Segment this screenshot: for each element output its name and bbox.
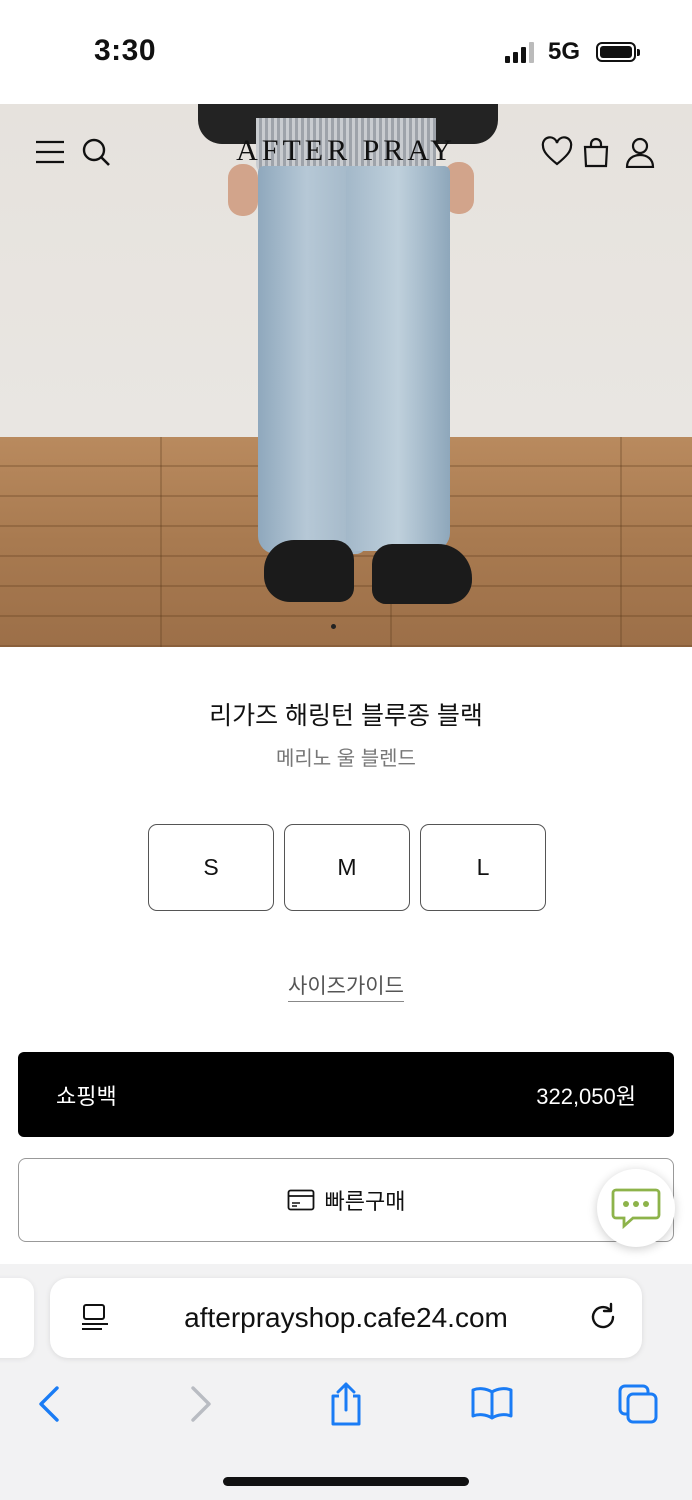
user-icon[interactable] [624,136,656,168]
quick-buy-label: 빠른구매 [324,1189,406,1214]
previous-tab-preview[interactable] [0,1278,34,1358]
card-icon [287,1189,314,1211]
bag-button-label: 쇼핑백 [56,1083,117,1109]
product-image-carousel[interactable] [0,104,692,647]
home-indicator [223,1477,469,1486]
carousel-dot[interactable] [357,624,362,629]
url-text: afterprayshop.cafe24.com [184,1302,508,1333]
network-type: 5G [547,38,580,65]
share-icon[interactable] [324,1382,368,1426]
bookmarks-icon[interactable] [470,1382,514,1426]
carousel-dot[interactable] [330,624,336,629]
reload-icon[interactable] [586,1300,620,1334]
product-name: 리가즈 해링턴 블루종 블랙 [209,702,483,730]
address-bar[interactable]: afterprayshop.cafe24.com [50,1278,642,1358]
tabs-icon[interactable] [616,1382,660,1426]
product-page: 3:30 5G AFTER PRAY 리가즈 해링턴 블루종 블랙 메리노 울 … [0,0,692,1500]
size-guide-link[interactable]: 사이즈가이드 [288,975,404,1002]
size-option-s[interactable]: S [148,824,274,911]
status-time: 3:30 [94,34,157,67]
photo-shoe [264,540,354,602]
status-indicators: 5G [504,38,640,66]
bag-icon[interactable] [580,136,612,168]
size-guide: 사이즈가이드 [0,970,692,1002]
heart-icon[interactable] [541,136,573,168]
battery-icon [596,42,640,62]
size-options: S M L [148,824,546,911]
bag-button-price: 322,050원 [536,1083,636,1109]
site-header: AFTER PRAY [0,128,692,178]
size-option-l[interactable]: L [420,824,546,911]
signal-icon [504,41,534,63]
product-subtitle: 메리노 울 블렌드 [276,748,416,770]
chat-button[interactable] [597,1169,675,1247]
back-icon[interactable] [28,1382,72,1426]
quick-buy-button[interactable]: 빠른구매 [18,1158,674,1242]
carousel-dot[interactable] [344,624,349,629]
forward-icon[interactable] [178,1382,222,1426]
size-option-m[interactable]: M [284,824,410,911]
chat-icon [611,1188,661,1229]
browser-toolbar [0,1374,692,1434]
add-to-bag-button[interactable]: 쇼핑백 322,050원 [18,1052,674,1137]
browser-chrome: afterprayshop.cafe24.com [0,1264,692,1500]
status-bar: 3:30 5G [0,0,692,104]
carousel-dots [0,624,692,629]
